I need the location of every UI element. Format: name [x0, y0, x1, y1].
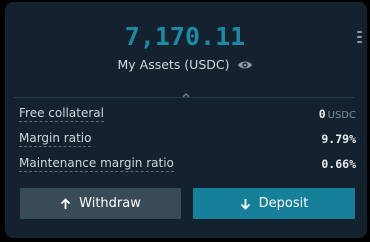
assets-row: My Assets (USDC) — [0, 57, 370, 72]
assets-label: My Assets (USDC) — [117, 57, 230, 72]
withdraw-label: Withdraw — [79, 196, 141, 211]
arrow-down-icon — [240, 198, 251, 210]
stat-value: 0 USDC — [319, 107, 356, 121]
stats-list: Free collateral 0 USDC Margin ratio 9.79… — [19, 101, 356, 176]
stat-label[interactable]: Free collateral — [19, 106, 104, 122]
stat-row-margin-ratio: Margin ratio 9.79% — [19, 126, 356, 151]
deposit-button[interactable]: Deposit — [193, 188, 355, 219]
chevron-up-icon[interactable] — [181, 92, 191, 98]
withdraw-button[interactable]: Withdraw — [20, 188, 181, 219]
balance-amount: 7,170.11 — [124, 22, 246, 51]
stat-value: 0.66% — [321, 157, 356, 171]
eye-icon[interactable] — [237, 59, 253, 71]
stat-label[interactable]: Margin ratio — [19, 131, 92, 147]
stat-value-number: 0.66% — [321, 156, 356, 171]
deposit-label: Deposit — [258, 196, 309, 211]
action-buttons: Withdraw Deposit — [20, 188, 355, 219]
stat-value-number: 0 — [318, 106, 326, 121]
stat-label[interactable]: Maintenance margin ratio — [19, 156, 174, 172]
stat-value-unit: USDC — [327, 109, 356, 121]
arrow-up-icon — [60, 197, 71, 210]
stat-value: 9.79% — [321, 132, 356, 146]
stat-row-maintenance-margin-ratio: Maintenance margin ratio 0.66% — [19, 151, 356, 176]
stat-value-number: 9.79% — [321, 131, 356, 146]
stat-row-free-collateral: Free collateral 0 USDC — [19, 101, 356, 126]
